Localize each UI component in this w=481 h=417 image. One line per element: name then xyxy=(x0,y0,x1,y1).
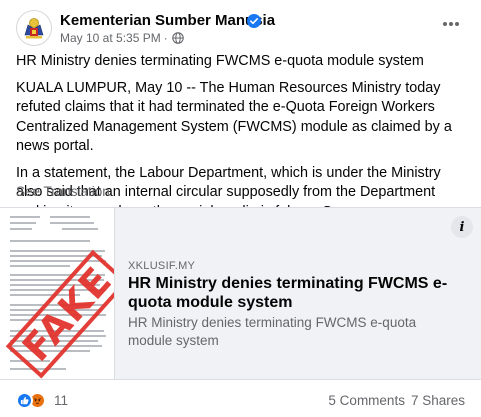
doc-line xyxy=(10,240,90,242)
doc-line xyxy=(62,228,98,230)
angry-face-icon xyxy=(34,398,41,404)
post-paragraph: KUALA LUMPUR, May 10 -- The Human Resour… xyxy=(16,79,452,155)
like-reaction-icon xyxy=(16,392,33,409)
doc-line xyxy=(50,222,94,224)
page-name[interactable]: Kementerian Sumber Manusia xyxy=(60,12,275,29)
preview-thumbnail[interactable]: FAKE xyxy=(0,208,115,379)
doc-line xyxy=(10,228,32,230)
preview-info[interactable]: XKLUSIF.MY HR Ministry denies terminatin… xyxy=(126,208,471,379)
info-button[interactable]: i xyxy=(451,216,473,238)
link-preview[interactable]: FAKE XKLUSIF.MY HR Ministry denies termi… xyxy=(0,207,481,380)
post-headline: HR Ministry denies terminating FWCMS e-q… xyxy=(16,53,424,69)
shares-count[interactable]: 7 Shares xyxy=(411,393,465,408)
reactions-summary[interactable]: 11 xyxy=(16,392,68,409)
preview-description: HR Ministry denies terminating FWCMS e-q… xyxy=(128,315,417,348)
info-icon: i xyxy=(459,219,465,235)
page-avatar[interactable] xyxy=(16,10,52,46)
post-card: Kementerian Sumber Manusia May 10 at 5:3… xyxy=(0,0,481,417)
thumbs-up-icon xyxy=(20,396,29,405)
verified-badge-icon xyxy=(247,14,261,28)
post-meta: May 10 at 5:35 PM · xyxy=(60,31,184,45)
preview-domain: XKLUSIF.MY xyxy=(128,260,196,272)
preview-title[interactable]: HR Ministry denies terminating FWCMS e-q… xyxy=(128,274,448,312)
engagement-counts: 5 Comments 7 Shares xyxy=(328,393,465,408)
doc-line xyxy=(10,216,40,218)
post-timestamp[interactable]: May 10 at 5:35 PM xyxy=(60,31,161,45)
doc-line xyxy=(10,222,36,224)
crest-icon xyxy=(24,18,44,39)
reaction-count[interactable]: 11 xyxy=(54,393,68,408)
comments-count[interactable]: 5 Comments xyxy=(328,393,405,408)
more-options-icon xyxy=(443,22,459,26)
doc-line xyxy=(50,216,90,218)
doc-line xyxy=(10,265,70,267)
see-translation-link[interactable]: See Translation xyxy=(16,184,110,199)
meta-separator: · xyxy=(163,31,168,45)
more-options-button[interactable] xyxy=(439,14,463,34)
post-body: HR Ministry denies terminating FWCMS e-q… xyxy=(16,52,471,229)
globe-icon[interactable] xyxy=(171,32,184,44)
